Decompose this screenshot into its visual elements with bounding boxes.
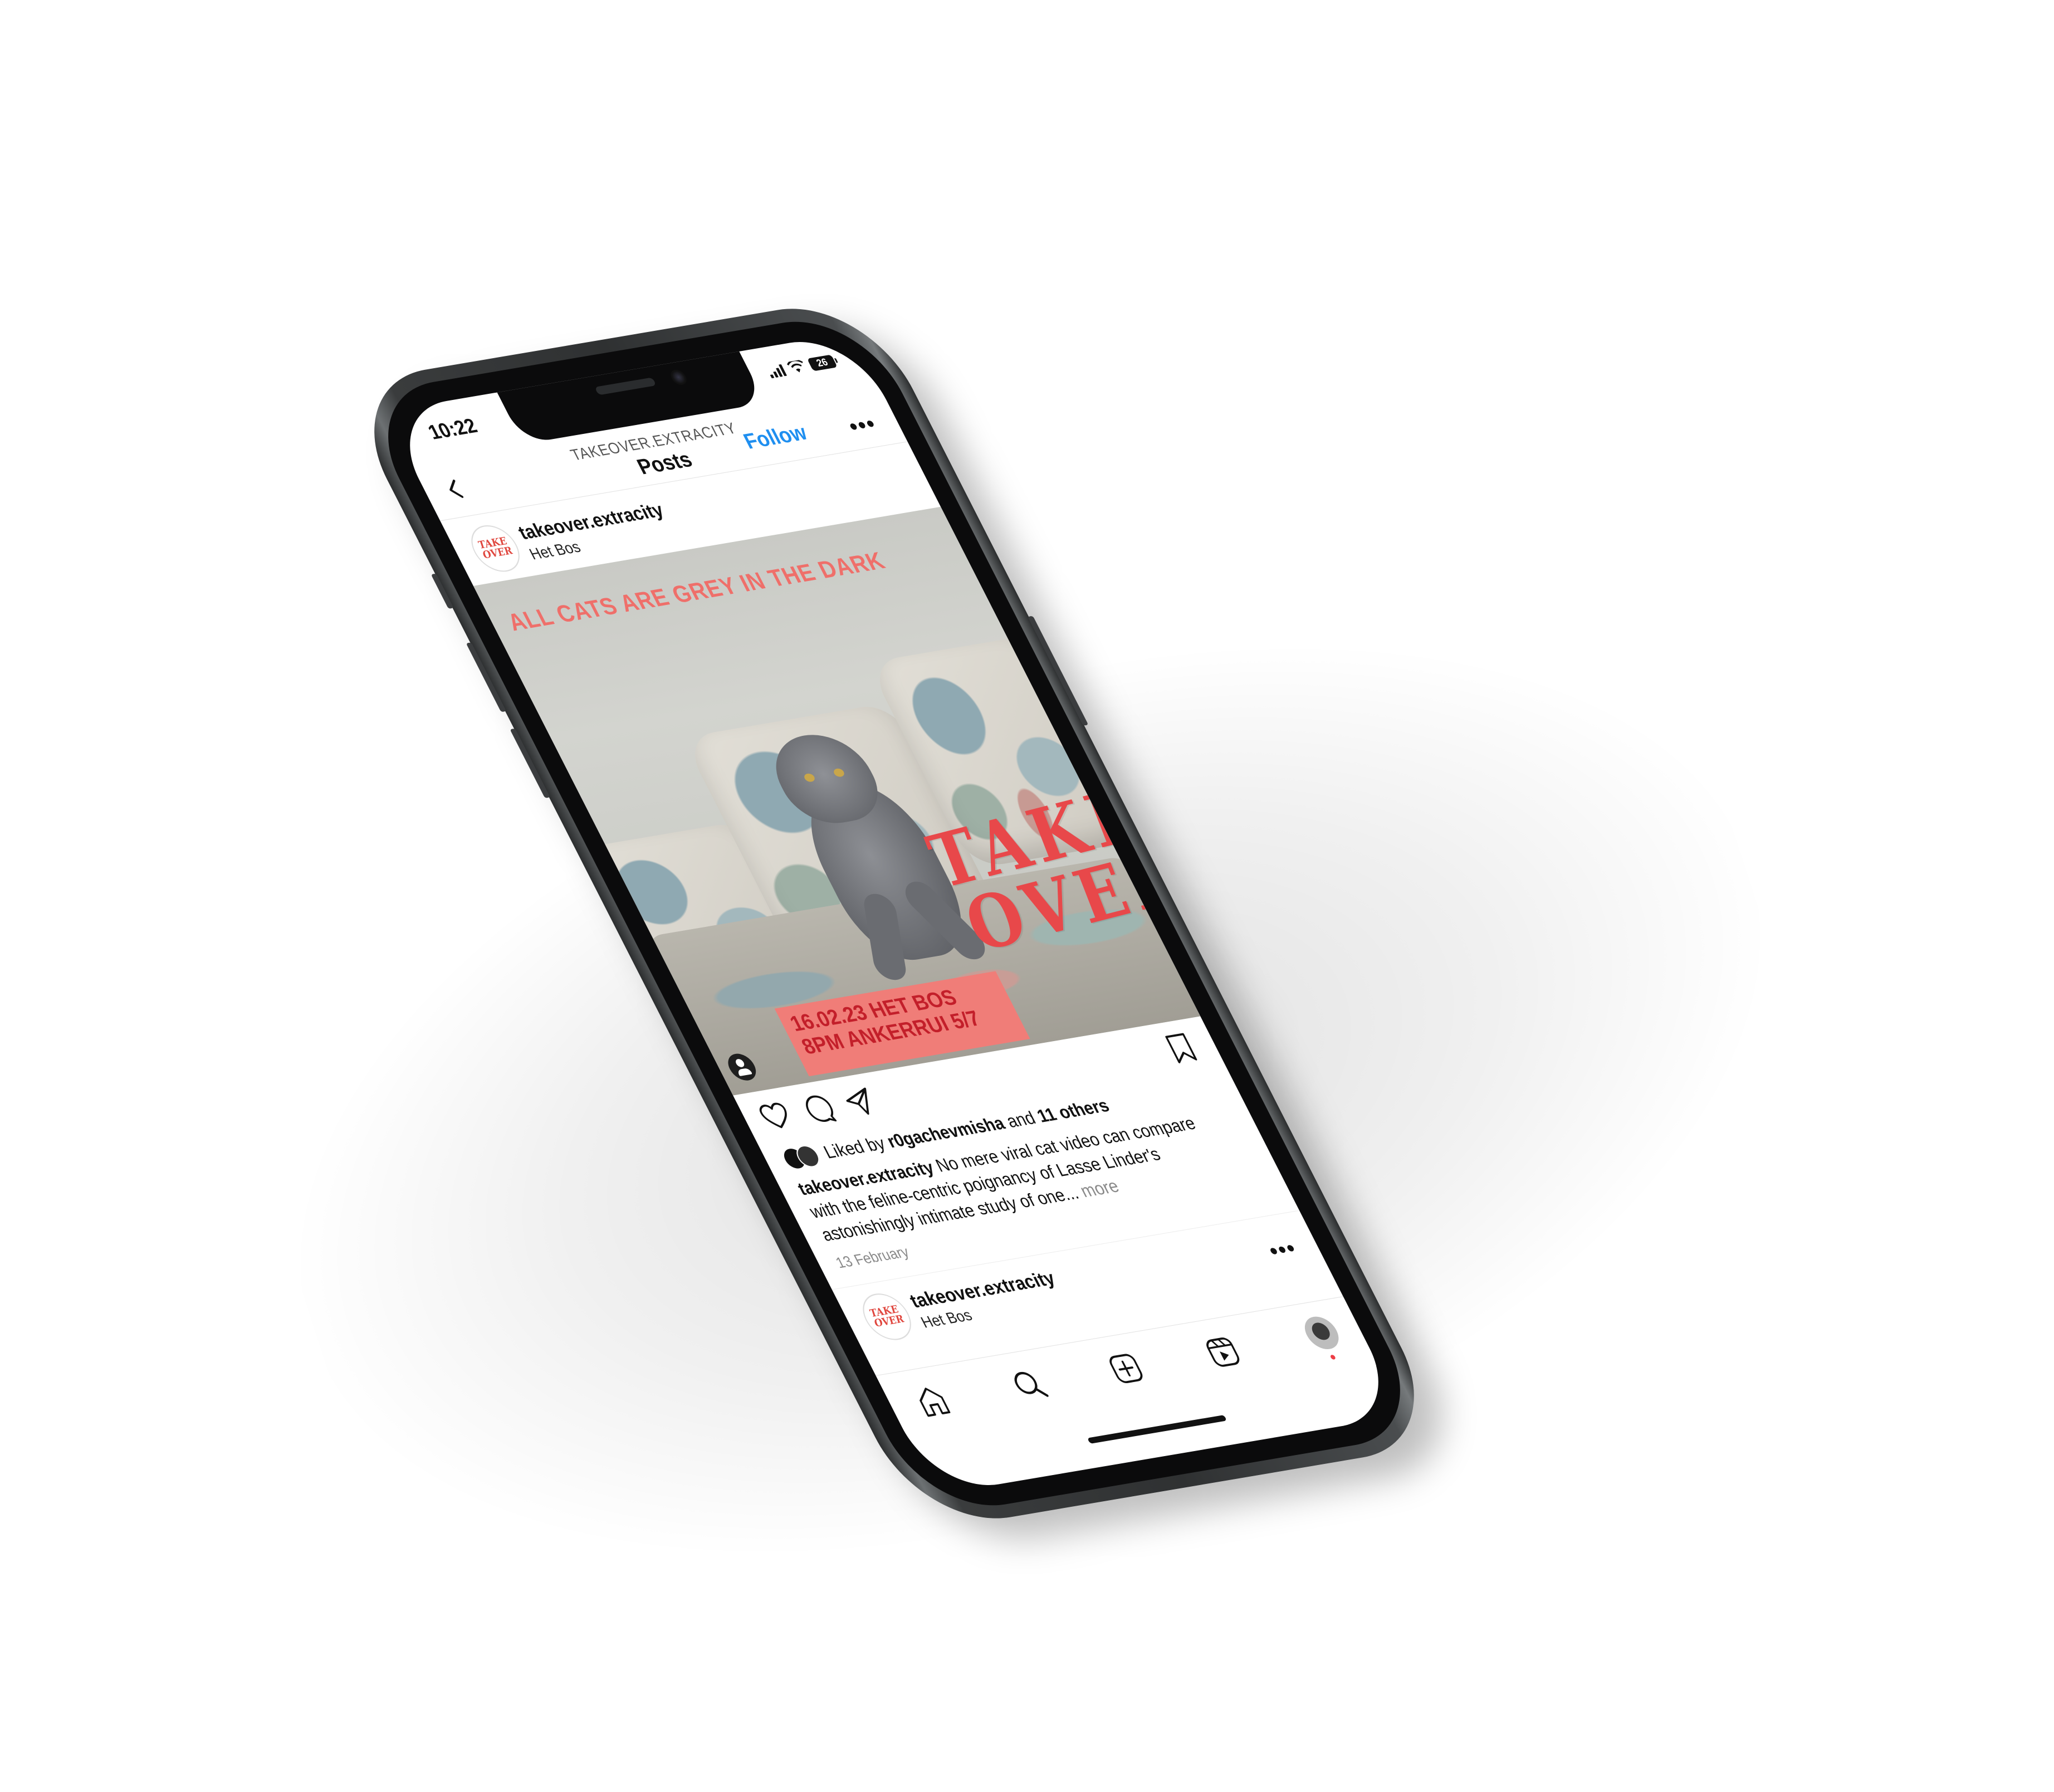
heart-icon[interactable] [755, 1100, 797, 1134]
battery-icon: 26 [806, 354, 838, 372]
notification-dot [1329, 1354, 1337, 1360]
likes-others[interactable]: 11 others [1034, 1096, 1113, 1126]
cat-eye [832, 768, 846, 778]
reels-icon[interactable] [1200, 1334, 1246, 1371]
send-icon[interactable] [839, 1085, 881, 1120]
front-camera [668, 368, 689, 386]
status-icons: 26 [765, 354, 838, 379]
next-post-username[interactable]: takeover.extracity [906, 1267, 1059, 1312]
post-date: 13 February [833, 1243, 912, 1272]
home-indicator[interactable] [1087, 1415, 1227, 1444]
likes-prefix: Liked by [820, 1132, 893, 1163]
signal-icon [765, 363, 788, 379]
search-icon[interactable] [1006, 1366, 1052, 1404]
more-horizontal-icon[interactable]: ••• [1264, 1235, 1302, 1265]
avatar-text-bottom: OVER [872, 1313, 907, 1330]
plus-square-icon[interactable] [1103, 1350, 1149, 1387]
home-icon[interactable] [909, 1383, 955, 1420]
bookmark-icon[interactable] [1160, 1031, 1202, 1066]
earpiece-speaker [594, 377, 657, 395]
caption-more-link[interactable]: more [1073, 1176, 1123, 1202]
avatar-text-bottom: OVER [480, 545, 515, 561]
wifi-icon [787, 359, 803, 373]
post-username[interactable]: takeover.extracity [515, 499, 668, 544]
cat-eye [803, 773, 816, 783]
mockup-scene: 10:22 26 TAKEOVER.EXTRACITY Posts Follow… [0, 0, 2054, 1792]
comment-icon[interactable] [797, 1092, 839, 1127]
status-time: 10:22 [424, 414, 481, 445]
profile-avatar-icon[interactable] [1298, 1314, 1345, 1352]
